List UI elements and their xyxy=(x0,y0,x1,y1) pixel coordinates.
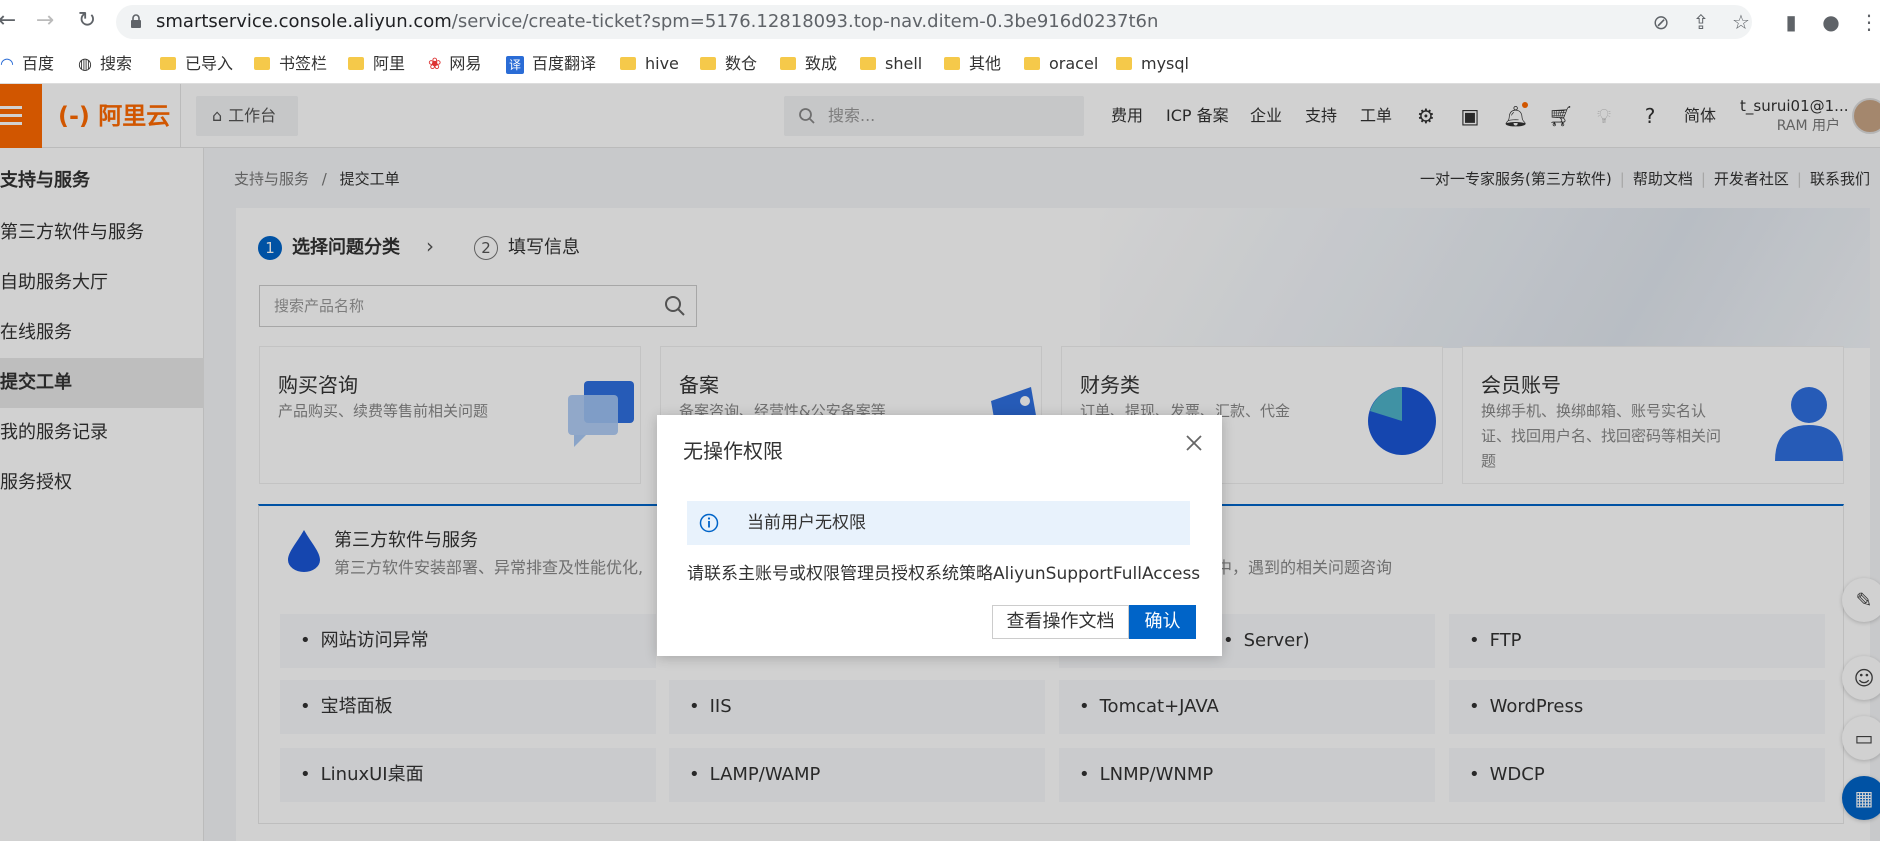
menu-dots-icon[interactable]: ⋮ xyxy=(1856,9,1880,35)
lock-icon xyxy=(131,14,141,28)
star-icon[interactable]: ☆ xyxy=(1728,9,1754,35)
bookmark-oracel[interactable]: oracel xyxy=(1024,44,1098,84)
bookmark-shell[interactable]: shell xyxy=(860,44,922,84)
bookmark-ali[interactable]: 阿里 xyxy=(348,44,405,84)
folder-icon xyxy=(700,57,716,70)
eye-off-icon[interactable]: ⊘ xyxy=(1648,9,1674,35)
folder-icon xyxy=(348,57,364,70)
alert-text: 当前用户无权限 xyxy=(747,513,866,533)
folder-icon xyxy=(160,57,176,70)
bookmark-mysql[interactable]: mysql xyxy=(1116,44,1189,84)
bookmark-zhicheng[interactable]: 致成 xyxy=(780,44,837,84)
back-icon[interactable]: ← xyxy=(0,8,20,34)
bookmarks-bar: ◠ 百度 ◍ 搜索 已导入 书签栏 阿里 ❀ 网易 译百度翻译 hive 数仓 致成 … xyxy=(0,44,1880,84)
bookmark-warehouse[interactable]: 数仓 xyxy=(700,44,757,84)
folder-icon xyxy=(780,57,796,70)
folder-icon xyxy=(620,57,636,70)
bookmark-bar[interactable]: 书签栏 xyxy=(254,44,327,84)
permission-dialog: 无操作权限 当前用户无权限 请联系主账号或权限管理员授权系统策略AliyunSu… xyxy=(657,415,1222,656)
profile-icon[interactable]: ● xyxy=(1818,9,1844,35)
share-icon[interactable]: ⇪ xyxy=(1688,9,1714,35)
alert-banner: 当前用户无权限 xyxy=(687,501,1190,545)
bookmark-netease[interactable]: ❀ 网易 xyxy=(428,44,481,84)
netease-icon: ❀ xyxy=(428,54,442,73)
confirm-button[interactable]: 确认 xyxy=(1129,605,1196,639)
bookmark-hive[interactable]: hive xyxy=(620,44,679,84)
bookmark-baidu[interactable]: ◠ 百度 xyxy=(0,44,54,84)
view-docs-button[interactable]: 查看操作文档 xyxy=(992,605,1129,639)
browser-toolbar: ← → ↻ smartservice.console.aliyun.com/se… xyxy=(0,0,1880,44)
dialog-message: 请联系主账号或权限管理员授权系统策略AliyunSupportFullAcces… xyxy=(687,564,1201,584)
folder-icon xyxy=(254,57,270,70)
close-icon[interactable] xyxy=(1182,431,1206,455)
translate-icon: 译 xyxy=(506,56,524,74)
forward-icon[interactable]: → xyxy=(32,8,58,34)
globe-icon: ◍ xyxy=(78,54,92,73)
folder-icon xyxy=(1024,57,1040,70)
sidepanel-icon[interactable]: ▮ xyxy=(1778,9,1804,35)
bookmark-imported[interactable]: 已导入 xyxy=(160,44,233,84)
bookmark-search[interactable]: ◍ 搜索 xyxy=(78,44,132,84)
dialog-title: 无操作权限 xyxy=(683,439,783,463)
folder-icon xyxy=(860,57,876,70)
bookmark-baidu-translate[interactable]: 译百度翻译 xyxy=(506,44,596,84)
wifi-icon: ◠ xyxy=(0,54,14,73)
url-text: smartservice.console.aliyun.com/service/… xyxy=(156,11,1159,32)
info-icon xyxy=(699,513,719,533)
folder-icon xyxy=(1116,57,1132,70)
folder-icon xyxy=(944,57,960,70)
address-bar[interactable]: smartservice.console.aliyun.com/service/… xyxy=(116,5,1752,39)
bookmark-other[interactable]: 其他 xyxy=(944,44,1001,84)
reload-icon[interactable]: ↻ xyxy=(74,8,100,34)
